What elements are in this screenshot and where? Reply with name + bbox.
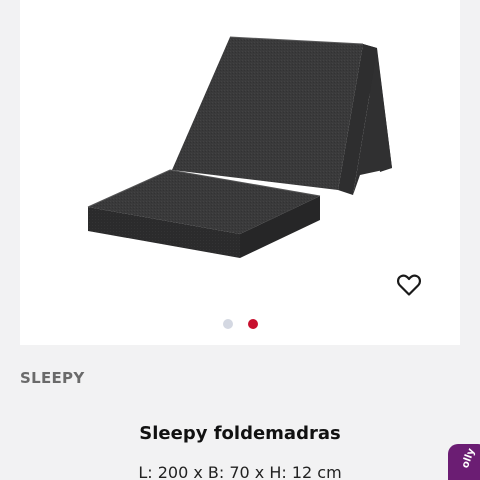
side-chat-badge[interactable]: olly (448, 444, 480, 480)
product-image-card (20, 0, 460, 345)
carousel-dot-2[interactable] (247, 319, 258, 329)
heart-outline-icon (397, 274, 421, 296)
product-page: SLEEPY Sleepy foldemadras L: 200 x B: 70… (0, 0, 480, 480)
carousel-dots (20, 319, 460, 329)
product-title: Sleepy foldemadras (139, 423, 341, 444)
product-dimensions: L: 200 x B: 70 x H: 12 cm (138, 463, 342, 480)
product-image[interactable] (20, 0, 460, 300)
side-badge-label: olly (460, 446, 478, 470)
wishlist-button[interactable] (394, 270, 424, 300)
carousel-dot-1[interactable] (222, 319, 233, 329)
brand-name[interactable]: SLEEPY (20, 369, 85, 387)
